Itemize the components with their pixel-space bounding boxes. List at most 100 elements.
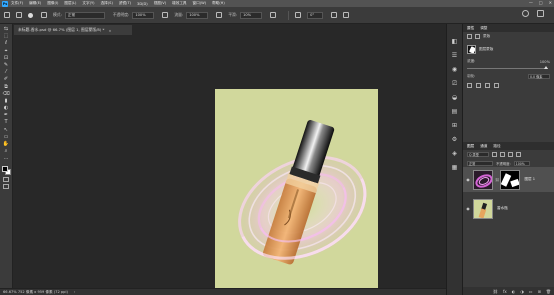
type-tool-icon[interactable]: T	[3, 120, 10, 125]
layer-row-2[interactable]: ◉ 香水瓶	[463, 196, 554, 221]
close-window-button[interactable]: ✕	[549, 0, 552, 5]
opacity-field[interactable]: 100%	[132, 11, 155, 19]
eyedropper-tool-icon[interactable]: ✎	[3, 62, 10, 68]
load-selection-icon[interactable]	[467, 82, 472, 88]
gradient-tool-icon[interactable]: ▮	[3, 98, 10, 104]
crop-tool-icon[interactable]: ⊡	[3, 55, 10, 61]
brush-settings-panel-icon[interactable]: ⚙	[451, 136, 459, 143]
brush-settings-icon[interactable]	[41, 12, 47, 18]
menu-plugins[interactable]: 增效工具	[172, 1, 186, 6]
tab-adjustments[interactable]: 调整	[480, 26, 487, 31]
pixel-mask-icon[interactable]	[467, 34, 472, 39]
smoothing-field[interactable]: 10%	[240, 11, 263, 19]
brush-tool-icon[interactable]: ✐	[3, 77, 10, 82]
blend-mode-select[interactable]: 正常	[467, 161, 493, 166]
smoothing-options-icon[interactable]	[270, 12, 277, 18]
maximize-button[interactable]: □	[539, 0, 543, 5]
shape-tool-icon[interactable]: ▭	[3, 134, 10, 140]
feather-value[interactable]: 0.0 像素	[528, 74, 550, 79]
disable-mask-icon[interactable]	[485, 82, 490, 88]
document-tab[interactable]: 未标题-香水.psd @ 66.7% (图层 1, 图层蒙版/8) * ×	[14, 25, 132, 35]
link-layers-icon[interactable]: ⛓	[493, 289, 498, 294]
tab-layers[interactable]: 图层	[467, 144, 474, 149]
foreground-color-swatch[interactable]	[2, 165, 8, 172]
layer-1-name[interactable]: 图层 1	[524, 177, 535, 182]
menu-3d[interactable]: 3D(D)	[137, 2, 148, 6]
layer-1-thumbnail[interactable]	[473, 169, 493, 190]
workspace-icon[interactable]	[537, 10, 544, 17]
menu-view[interactable]: 视图(V)	[154, 1, 166, 6]
menu-type[interactable]: 文字(Y)	[82, 1, 94, 6]
fx-icon[interactable]: fx	[503, 289, 507, 294]
brush-preset-picker[interactable]	[28, 12, 33, 18]
perfume-layer-name[interactable]: 香水瓶	[497, 206, 508, 211]
menu-edit[interactable]: 编辑(E)	[29, 1, 41, 6]
layer-row-1[interactable]: ◉ ⛓ 图层 1	[463, 167, 554, 192]
hand-tool-icon[interactable]: ✋	[3, 142, 10, 147]
healing-tool-icon[interactable]: ⁄	[3, 70, 10, 75]
adjustments-panel-icon[interactable]: ◒	[451, 94, 459, 101]
quick-mask-icon[interactable]	[3, 176, 9, 182]
pressure-opacity-icon[interactable]	[162, 12, 169, 18]
brush-tool-icon[interactable]	[16, 12, 22, 18]
vector-mask-icon[interactable]	[475, 34, 480, 39]
path-select-tool-icon[interactable]: ↖	[3, 127, 10, 133]
eraser-tool-icon[interactable]: ⌫	[2, 91, 9, 97]
marquee-tool-icon[interactable]: ⬚	[3, 34, 10, 39]
angle-field[interactable]: 0°	[307, 11, 324, 19]
tab-paths[interactable]: 路径	[493, 144, 500, 149]
layer-opacity-field[interactable]: 100%	[513, 161, 530, 166]
menu-window[interactable]: 窗口(W)	[193, 1, 207, 6]
libraries-panel-icon[interactable]: ▤	[451, 108, 459, 115]
visibility-eye-icon[interactable]: ◉	[463, 177, 473, 182]
menu-file[interactable]: 文件(F)	[11, 1, 23, 6]
menu-image[interactable]: 图像(I)	[47, 1, 58, 6]
new-layer-icon[interactable]: ⊞	[538, 289, 541, 294]
density-slider-knob[interactable]	[544, 66, 548, 69]
menu-help[interactable]: 帮助(H)	[212, 1, 225, 6]
trash-icon[interactable]: 🗑	[546, 289, 551, 294]
screen-mode-icon[interactable]	[3, 183, 9, 189]
dodge-tool-icon[interactable]: ◐	[3, 106, 10, 111]
more-tools-icon[interactable]: …	[3, 156, 10, 161]
layer-1-mask-thumbnail[interactable]	[500, 169, 521, 190]
filter-pixel-icon[interactable]	[492, 152, 497, 157]
menu-filter[interactable]: 滤镜(T)	[119, 1, 131, 6]
quick-select-tool-icon[interactable]: ⌖	[3, 48, 10, 54]
lasso-tool-icon[interactable]: ℓ	[3, 41, 10, 46]
density-slider[interactable]	[467, 66, 548, 69]
history-panel-icon[interactable]: ◧	[451, 38, 459, 45]
clone-stamp-tool-icon[interactable]: ⧉	[3, 84, 10, 90]
perfume-layer-thumbnail[interactable]	[473, 198, 493, 219]
move-tool-icon[interactable]: ⇆	[3, 27, 10, 32]
pen-tool-icon[interactable]: ✒	[3, 113, 10, 118]
add-mask-icon[interactable]: ◐	[512, 289, 516, 294]
symmetry-icon[interactable]	[343, 12, 350, 18]
delete-mask-icon[interactable]	[494, 82, 499, 88]
color-swatches[interactable]	[1, 165, 11, 175]
pressure-size-icon[interactable]	[331, 12, 338, 18]
adjustment-layer-icon[interactable]: ◑	[520, 289, 524, 294]
filter-type-icon[interactable]	[508, 152, 513, 157]
layer-kind-filter[interactable]: Q 类型	[467, 152, 489, 157]
brushes-panel-icon[interactable]: ⊞	[451, 122, 459, 129]
document-canvas[interactable]	[215, 89, 378, 295]
search-icon[interactable]	[522, 10, 529, 17]
group-icon[interactable]: ▭	[529, 289, 533, 294]
visibility-eye-icon[interactable]: ◉	[463, 206, 473, 211]
swatches-panel-icon[interactable]: ⎚	[451, 80, 459, 87]
close-document-icon[interactable]: ×	[108, 28, 111, 33]
actions-panel-icon[interactable]: ☰	[451, 52, 459, 59]
density-value[interactable]: 100%	[540, 60, 550, 64]
channels-panel-icon[interactable]: ▦	[451, 164, 459, 171]
menu-layer[interactable]: 图层(L)	[64, 1, 76, 6]
airbrush-icon[interactable]	[216, 12, 223, 18]
zoom-tool-icon[interactable]: ⌕	[3, 149, 10, 154]
filter-adjust-icon[interactable]	[500, 152, 505, 157]
paths-panel-icon[interactable]: ◈	[451, 150, 459, 157]
mode-select[interactable]: 正常	[64, 11, 105, 19]
menu-select[interactable]: 选择(S)	[101, 1, 113, 6]
canvas-area[interactable]	[14, 35, 446, 295]
color-panel-icon[interactable]: ◉	[451, 66, 459, 73]
status-menu-arrow[interactable]: ›	[74, 290, 75, 294]
